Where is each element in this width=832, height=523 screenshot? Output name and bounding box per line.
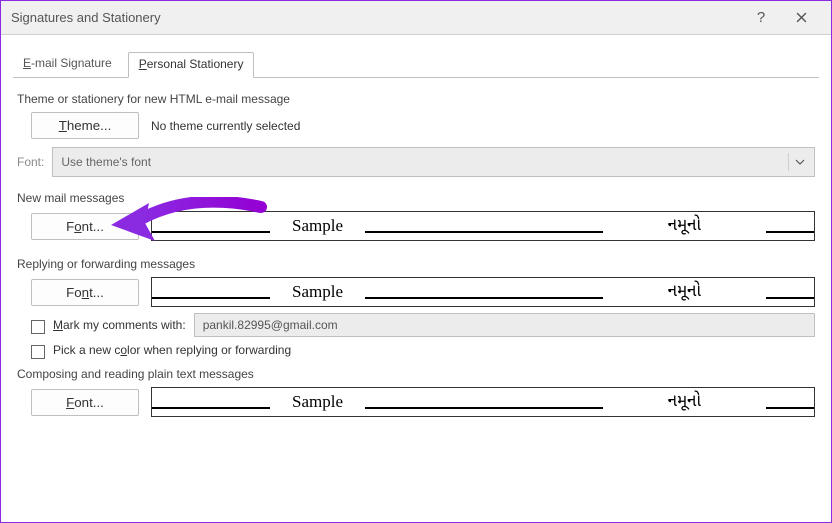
reply-font-button[interactable]: Font... <box>31 279 139 306</box>
reply-sample-native: નમૂનો <box>621 281 749 303</box>
reply-title: Replying or forwarding messages <box>17 257 815 271</box>
plain-sample-native: નમૂનો <box>621 391 749 413</box>
no-theme-text: No theme currently selected <box>151 119 300 133</box>
new-mail-sample-latin: Sample <box>288 216 347 236</box>
tab-personal-stationery-rest: ersonal Stationery <box>147 57 244 71</box>
plain-title: Composing and reading plain text message… <box>17 367 815 381</box>
close-icon <box>796 12 807 23</box>
font-label: Font: <box>17 155 44 169</box>
plain-font-button[interactable]: Font... <box>31 389 139 416</box>
pick-color-checkbox[interactable] <box>31 345 45 359</box>
tab-email-signature-rest: -mail Signature <box>31 56 112 70</box>
tab-strip: E-mail Signature Personal Stationery <box>13 51 819 78</box>
mark-comments-label: Mark my comments with: <box>53 318 186 332</box>
theme-font-select[interactable]: Use theme's font <box>52 147 815 177</box>
new-mail-font-button[interactable]: Font... <box>31 213 139 240</box>
mark-comments-field[interactable]: pankil.82995@gmail.com <box>194 313 815 337</box>
window-title: Signatures and Stationery <box>11 10 741 25</box>
close-button[interactable] <box>781 4 821 32</box>
reply-sample-latin: Sample <box>288 282 347 302</box>
tab-email-signature[interactable]: E-mail Signature <box>13 52 122 78</box>
theme-font-value: Use theme's font <box>61 155 151 169</box>
dialog-content: Theme or stationery for new HTML e-mail … <box>1 78 831 439</box>
titlebar: Signatures and Stationery ? <box>1 1 831 35</box>
theme-button[interactable]: Theme... <box>31 112 139 139</box>
theme-section-title: Theme or stationery for new HTML e-mail … <box>17 92 815 106</box>
tab-personal-stationery[interactable]: Personal Stationery <box>128 52 255 78</box>
plain-sample-latin: Sample <box>288 392 347 412</box>
reply-preview: Sample નમૂનો <box>151 277 815 307</box>
new-mail-sample-native: નમૂનો <box>621 215 749 237</box>
plain-preview: Sample નમૂનો <box>151 387 815 417</box>
new-mail-preview: Sample નમૂનો <box>151 211 815 241</box>
new-mail-title: New mail messages <box>17 191 815 205</box>
pick-color-label: Pick a new color when replying or forwar… <box>53 343 291 357</box>
mark-comments-checkbox[interactable] <box>31 320 45 334</box>
chevron-down-icon <box>788 153 806 171</box>
help-button[interactable]: ? <box>741 4 781 32</box>
